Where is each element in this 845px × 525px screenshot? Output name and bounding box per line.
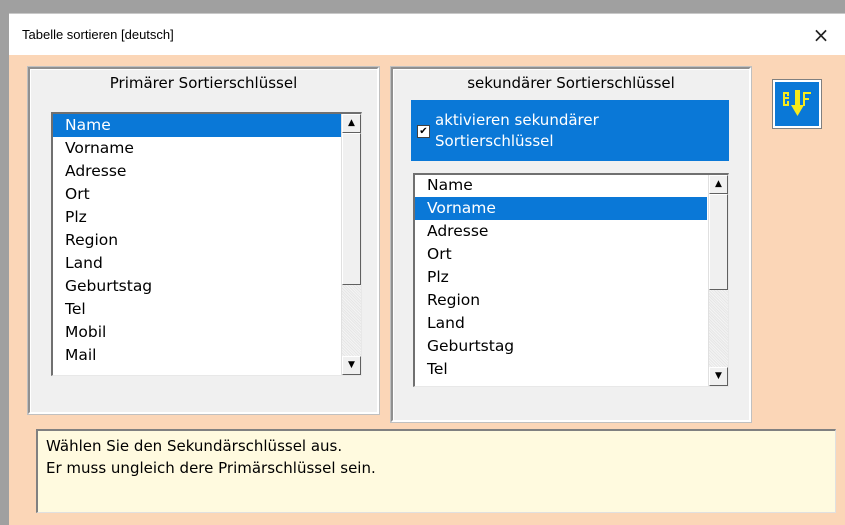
- close-button[interactable]: ×: [797, 14, 845, 55]
- secondary-scrollbar[interactable]: ▲ ▼: [708, 175, 728, 386]
- primary-scroll-thumb[interactable]: [342, 133, 361, 285]
- message-line-1: Wählen Sie den Sekundärschlüssel aus.: [46, 437, 343, 455]
- sort-descending-icon: [783, 90, 811, 116]
- list-item[interactable]: Name: [53, 114, 342, 137]
- list-item[interactable]: Ort: [415, 243, 707, 266]
- scroll-up-arrow-icon[interactable]: ▲: [342, 114, 361, 133]
- checkbox-label-line1: aktivieren sekundärer: [435, 111, 599, 129]
- list-item[interactable]: Name: [415, 175, 707, 197]
- secondary-key-listbox[interactable]: Name Vorname Adresse Ort Plz Region Land Geburt…: [413, 173, 729, 387]
- sort-dialog: Tabelle sortieren [deutsch] × Primärer S…: [9, 13, 845, 525]
- secondary-scroll-thumb[interactable]: [709, 194, 728, 290]
- list-item[interactable]: Vorname: [415, 197, 707, 220]
- list-item[interactable]: Mail: [53, 344, 342, 367]
- list-item[interactable]: Region: [53, 229, 342, 252]
- secondary-key-frame: sekundärer Sortierschlüssel ✔ aktivieren…: [391, 67, 751, 422]
- primary-key-frame: Primärer Sortierschlüssel Name Vorname Adr…: [28, 67, 379, 414]
- list-item[interactable]: Vorname: [53, 137, 342, 160]
- title-bar: Tabelle sortieren [deutsch] ×: [9, 14, 845, 55]
- list-item[interactable]: Plz: [415, 266, 707, 289]
- message-line-2: Er muss ungleich dere Primärschlüssel se…: [46, 459, 376, 477]
- scroll-down-arrow-icon[interactable]: ▼: [342, 356, 361, 375]
- message-box: Wählen Sie den Sekundärschlüssel aus. Er…: [36, 429, 836, 513]
- window-title: Tabelle sortieren [deutsch]: [22, 27, 174, 42]
- secondary-key-label: sekundärer Sortierschlüssel: [467, 74, 675, 92]
- list-item[interactable]: Land: [415, 312, 707, 335]
- list-item[interactable]: Plz: [53, 206, 342, 229]
- scroll-down-arrow-icon[interactable]: ▼: [709, 367, 728, 386]
- scroll-up-arrow-icon[interactable]: ▲: [709, 175, 728, 194]
- list-item[interactable]: Geburtstag: [415, 335, 707, 358]
- list-item[interactable]: Land: [53, 252, 342, 275]
- list-item[interactable]: Adresse: [53, 160, 342, 183]
- sort-button[interactable]: [773, 80, 821, 128]
- primary-key-listbox[interactable]: Name Vorname Adresse Ort Plz Region Land Geburt…: [51, 112, 362, 376]
- primary-key-label: Primärer Sortierschlüssel: [109, 74, 298, 92]
- list-item[interactable]: Tel: [415, 358, 707, 381]
- primary-scrollbar[interactable]: ▲ ▼: [341, 114, 361, 375]
- list-item[interactable]: Tel: [53, 298, 342, 321]
- list-item[interactable]: Region: [415, 289, 707, 312]
- list-item[interactable]: Geburtstag: [53, 275, 342, 298]
- list-item[interactable]: Ort: [53, 183, 342, 206]
- list-item[interactable]: Mobil: [53, 321, 342, 344]
- list-item[interactable]: Adresse: [415, 220, 707, 243]
- checkbox-label-line2: Sortierschlüssel: [435, 132, 554, 150]
- activate-secondary-checkbox[interactable]: ✔: [417, 125, 430, 138]
- activate-secondary-panel[interactable]: ✔ aktivieren sekundärer Sortierschlüssel: [411, 100, 729, 161]
